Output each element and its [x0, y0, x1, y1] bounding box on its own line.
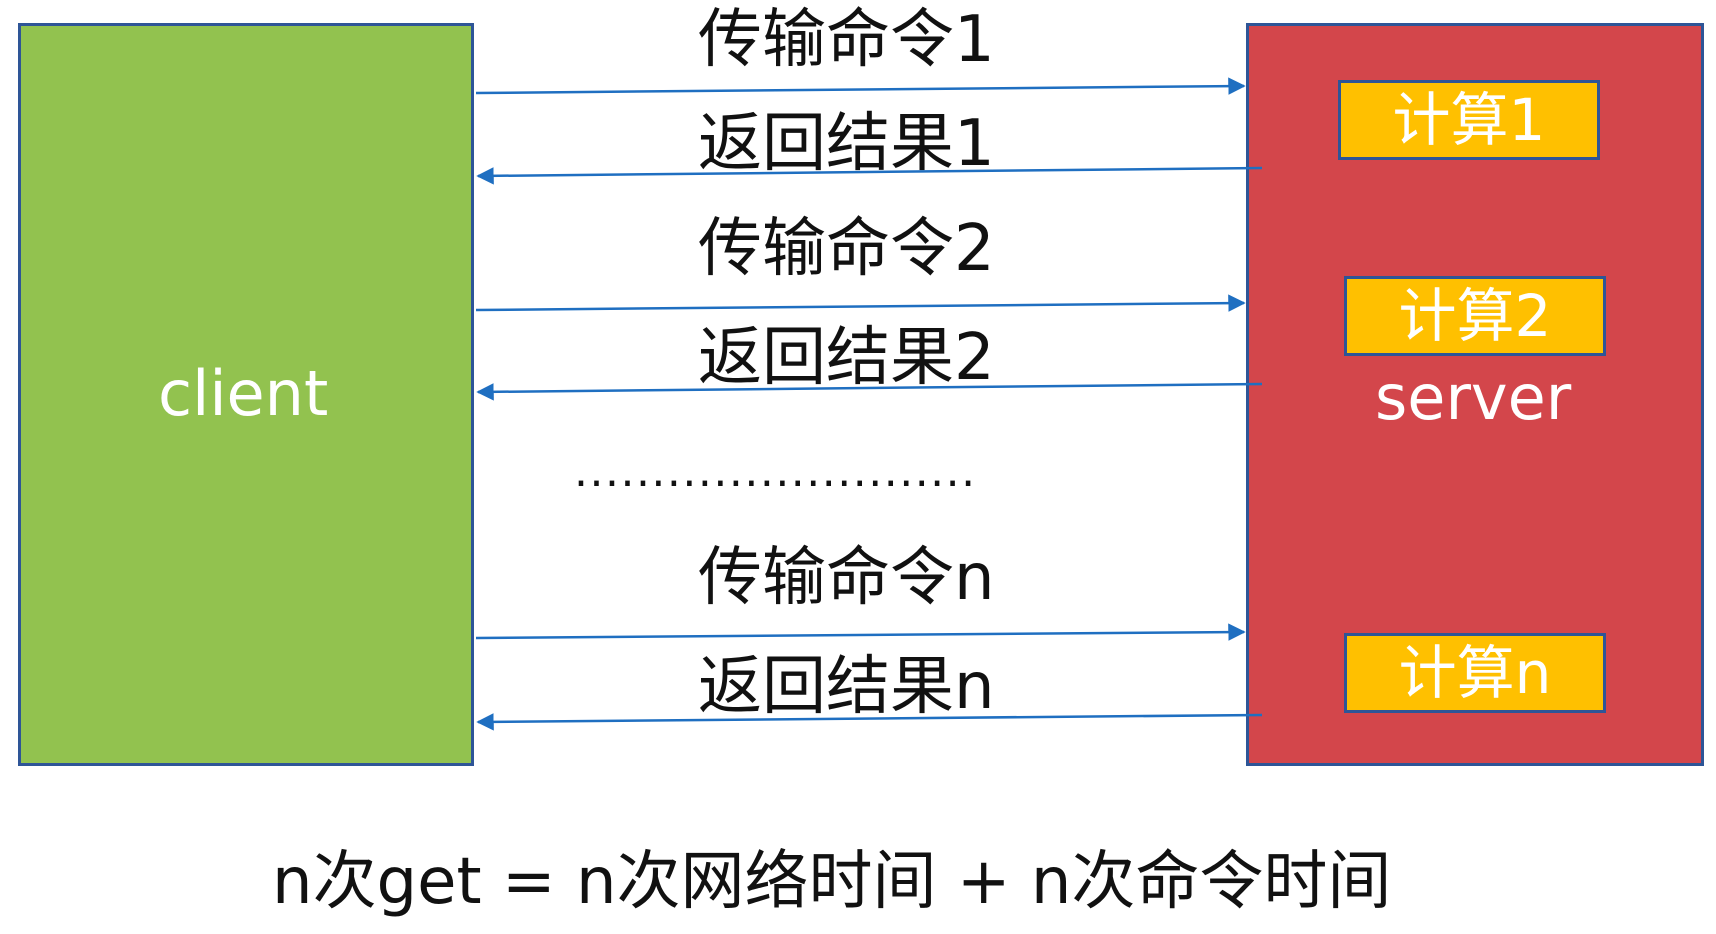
compute-box-1: 计算1 — [1338, 80, 1600, 160]
send-arrow-n — [475, 623, 1246, 641]
send-command-label-1: 传输命令1 — [698, 3, 995, 77]
return-result-label-n: 返回结果n — [698, 650, 995, 724]
formula-text: n次get = n次网络时间 + n次命令时间 — [272, 845, 1392, 919]
send-command-label-n: 传输命令n — [698, 541, 995, 615]
ellipsis-dots: .......................... — [574, 450, 977, 494]
return-result-label-2: 返回结果2 — [698, 321, 995, 395]
compute-box-n: 计算n — [1344, 633, 1606, 713]
server-label: server — [1375, 361, 1572, 434]
send-arrow-1 — [475, 77, 1246, 95]
send-command-label-2: 传输命令2 — [698, 212, 995, 286]
return-result-label-1: 返回结果1 — [698, 107, 995, 181]
send-arrow-2 — [475, 294, 1246, 312]
client-label: client — [158, 357, 329, 430]
compute-box-2: 计算2 — [1344, 276, 1606, 356]
